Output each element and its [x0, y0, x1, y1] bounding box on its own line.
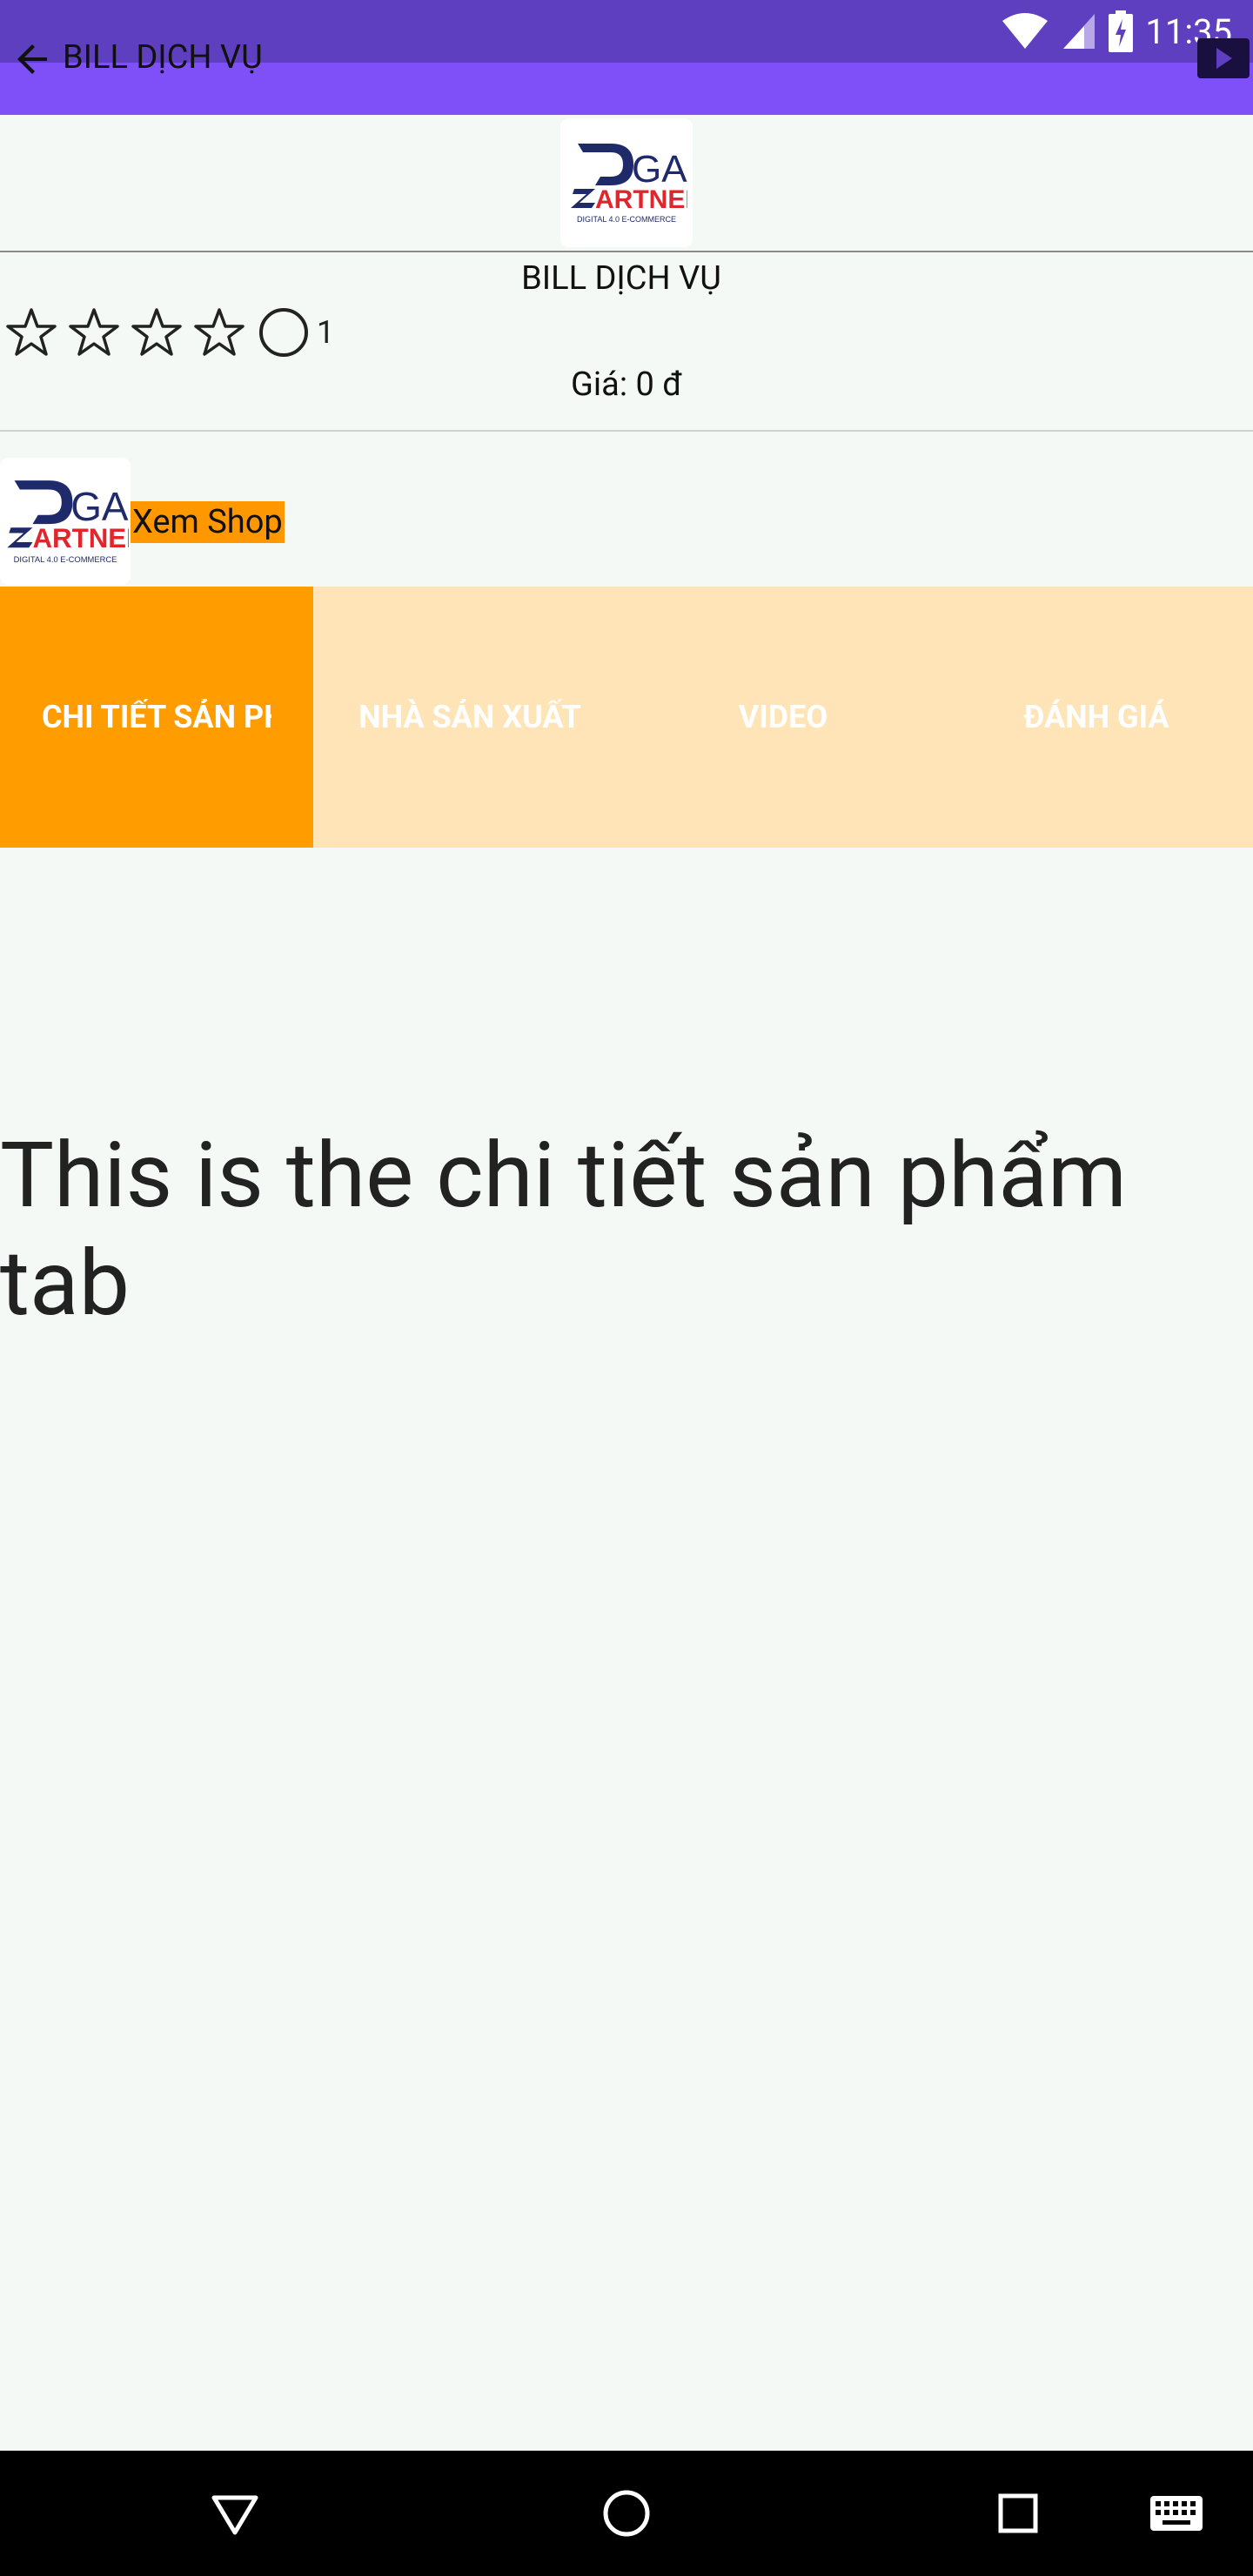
svg-text:ARTNER: ARTNER — [595, 185, 687, 214]
shop-logo[interactable]: GA ARTNER DIGITAL 4.0 E-COMMERCE — [0, 458, 131, 585]
tab-label: CHI TIẾT SẢN PHẨM — [42, 699, 271, 735]
wifi-icon — [1002, 13, 1049, 49]
tab-product-details[interactable]: CHI TIẾT SẢN PHẨM — [0, 587, 313, 848]
product-name: BILL DỊCH VỤ — [521, 259, 721, 298]
system-navigation-bar — [0, 2451, 1253, 2576]
product-tabs: CHI TIẾT SẢN PHẨM NHÀ SẢN XUẤT VIDEO ĐÁN… — [0, 587, 1253, 848]
star-outline-icon[interactable] — [191, 305, 247, 360]
rating-count: 1 — [317, 314, 335, 351]
square-recents-icon — [998, 2493, 1038, 2533]
tab-content-text: This is the chi tiết sản phẩm tab — [0, 1124, 1128, 1337]
svg-text:GA: GA — [70, 484, 129, 529]
dga-partner-logo: GA ARTNER DIGITAL 4.0 E-COMMERCE — [571, 144, 687, 224]
tab-video[interactable]: VIDEO — [626, 587, 940, 848]
app-bar-title: BILL DỊCH VỤ — [63, 38, 263, 77]
tab-label: ĐÁNH GIÁ — [1023, 699, 1169, 735]
triangle-back-icon — [211, 2495, 258, 2535]
tab-reviews[interactable]: ĐÁNH GIÁ — [940, 587, 1253, 848]
tab-label: NHÀ SẢN XUẤT — [358, 699, 581, 735]
brand-logo: GA ARTNER DIGITAL 4.0 E-COMMERCE — [560, 118, 693, 247]
product-price: Giá: 0 đ — [571, 366, 682, 404]
rating-row: 1 — [3, 303, 334, 362]
recents-nav-button[interactable] — [987, 2482, 1049, 2545]
home-nav-button[interactable] — [595, 2482, 658, 2545]
battery-icon — [1109, 10, 1134, 52]
star-outline-icon[interactable] — [129, 305, 184, 360]
arrow-back-icon — [17, 44, 47, 74]
tab-manufacturer[interactable]: NHÀ SẢN XUẤT — [313, 587, 626, 848]
cellular-signal-icon — [1063, 14, 1096, 49]
svg-text:GA: GA — [632, 148, 687, 191]
screen-record-button[interactable] — [1197, 38, 1250, 78]
star-outline-icon[interactable] — [66, 305, 122, 360]
back-button[interactable] — [9, 35, 57, 84]
svg-text:DIGITAL 4.0 E-COMMERCE: DIGITAL 4.0 E-COMMERCE — [577, 215, 676, 224]
svg-text:DIGITAL 4.0 E-COMMERCE: DIGITAL 4.0 E-COMMERCE — [14, 555, 117, 564]
info-divider — [0, 430, 1253, 432]
header-divider — [0, 251, 1253, 252]
keyboard-button[interactable] — [1142, 2482, 1211, 2545]
view-shop-button[interactable]: Xem Shop — [131, 501, 285, 543]
play-icon — [1216, 48, 1232, 69]
circle-outline-icon[interactable] — [258, 306, 310, 359]
back-nav-button[interactable] — [204, 2482, 266, 2545]
tab-label: VIDEO — [738, 699, 828, 735]
star-outline-icon[interactable] — [3, 305, 59, 360]
dga-partner-logo: GA ARTNER DIGITAL 4.0 E-COMMERCE — [7, 480, 129, 564]
keyboard-icon — [1150, 2496, 1203, 2531]
circle-home-icon — [603, 2490, 650, 2537]
svg-text:ARTNER: ARTNER — [32, 523, 129, 553]
